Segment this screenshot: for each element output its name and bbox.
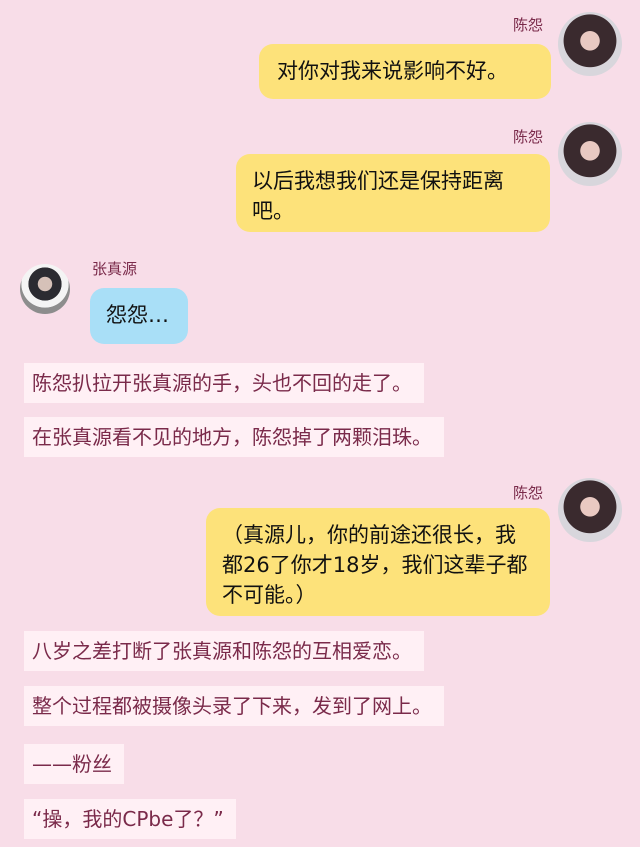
sender-name: 张真源 — [92, 260, 138, 278]
narration-text: ——粉丝 — [24, 744, 124, 784]
message-bubble: 以后我想我们还是保持距离吧。 — [236, 154, 550, 232]
narration-text: 陈怨扒拉开张真源的手，头也不回的走了。 — [24, 363, 424, 403]
message-text: 对你对我来说影响不好。 — [277, 59, 508, 83]
avatar[interactable] — [20, 264, 70, 314]
narration-text: “操，我的CPbe了？” — [24, 799, 236, 839]
avatar[interactable] — [558, 122, 622, 186]
sender-name: 陈怨 — [513, 16, 544, 34]
message-text: 以后我想我们还是保持距离吧。 — [252, 169, 504, 223]
message-bubble: 怨怨… — [90, 288, 188, 344]
message-text: （真源儿，你的前途还很长，我都26了你才18岁，我们这辈子都不可能。） — [222, 523, 528, 607]
narration-text: 在张真源看不见的地方，陈怨掉了两颗泪珠。 — [24, 417, 444, 457]
narration-text: 八岁之差打断了张真源和陈怨的互相爱恋。 — [24, 631, 424, 671]
message-bubble: （真源儿，你的前途还很长，我都26了你才18岁，我们这辈子都不可能。） — [206, 508, 550, 616]
message-bubble: 对你对我来说影响不好。 — [259, 44, 551, 99]
sender-name: 陈怨 — [513, 484, 544, 502]
narration-text: 整个过程都被摄像头录了下来，发到了网上。 — [24, 686, 444, 726]
message-text: 怨怨… — [106, 303, 169, 327]
avatar[interactable] — [558, 12, 622, 76]
avatar[interactable] — [558, 478, 622, 542]
sender-name: 陈怨 — [513, 128, 544, 146]
